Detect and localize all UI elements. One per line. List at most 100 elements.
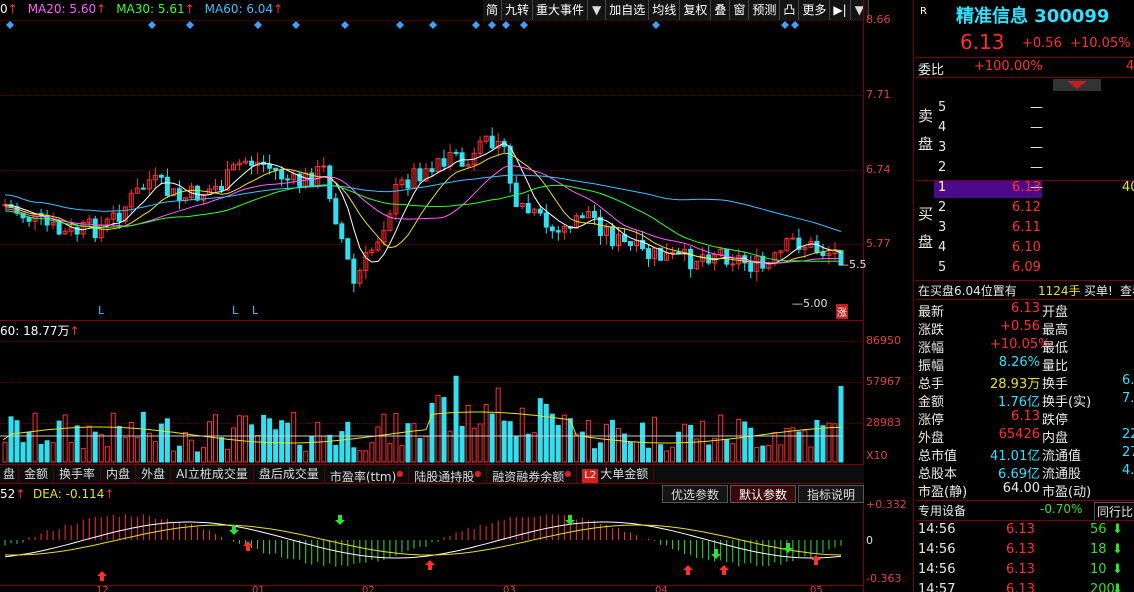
bid-price: 6.12 — [1012, 200, 1041, 215]
bid-level: 2 — [938, 200, 947, 215]
stat-row: 振幅 8.26% 量比 — [916, 355, 1134, 374]
stat-label: 内盘 — [1042, 431, 1069, 446]
stat-value: 4.5 — [1122, 463, 1134, 478]
macd-axis-label: 0 — [866, 534, 873, 547]
ask-row[interactable]: 3— — [916, 140, 1134, 158]
bid-row[interactable]: 1 6.13 40 — [916, 180, 1134, 198]
stat-value: 27.0 — [1122, 445, 1134, 460]
stat-label: 换手 — [1042, 377, 1069, 392]
stat-row: 外盘 65426内盘 22.3 — [916, 427, 1134, 446]
price-axis-label: 6.74 — [866, 163, 891, 176]
volume-axis-label: X10 — [866, 449, 888, 462]
price-axis-label: 5.77 — [866, 237, 891, 250]
bid-row[interactable]: 4 6.10 — [916, 240, 1134, 258]
date-label: 02 — [362, 585, 375, 592]
bid-row[interactable]: 2 6.12 — [916, 200, 1134, 218]
tick-time: 14:57 — [918, 582, 956, 592]
stat-row: 总股本 6.69亿流通股 4.5 — [916, 463, 1134, 482]
stat-value: +10.05% — [990, 337, 1051, 352]
view-link[interactable]: 查看 — [1120, 282, 1134, 299]
macd-header: 52↑ DEA: -0.114↑ 优选参数 默认参数 指标说明 — [0, 485, 864, 503]
stat-label: 最新 — [918, 305, 945, 320]
indicator-tab-label: 市盈率(ttm) — [329, 470, 397, 484]
ask-row[interactable]: 5— — [916, 100, 1134, 118]
stat-label: 总市值 — [918, 449, 958, 464]
stat-label: 涨跌 — [918, 323, 945, 338]
bid-price: 6.09 — [1012, 260, 1041, 275]
bid-row[interactable]: 3 6.11 — [916, 220, 1134, 238]
indicator-tab-label: 盘后成交量 — [258, 467, 319, 481]
indicator-tab-label: 换手率 — [59, 467, 96, 481]
stat-label: 流通股 — [1042, 467, 1082, 482]
stat-value: 8.26% — [998, 355, 1040, 370]
bid-price: 6.11 — [1012, 220, 1041, 235]
indicator-tab[interactable]: 换手率 — [54, 465, 102, 483]
stat-value: +0.56 — [1000, 319, 1040, 334]
stat-row: 涨跌 +0.56 最高 — [916, 319, 1134, 338]
indicator-tab[interactable]: 融资融券余额● — [487, 465, 578, 484]
volume-axis-label: 57967 — [866, 375, 901, 388]
stat-value: 22.3 — [1122, 427, 1134, 442]
indicator-tab-bar: 盘金额 换手率 内盘 外盘 AI立桩成交量 盘后成交量 市盈率(ttm)● 陆股通持股● 融资融… — [0, 464, 864, 484]
ask-level: 3 — [938, 140, 947, 155]
last-price-marker: —5.5 — [838, 258, 867, 271]
tick-price: 6.13 — [1006, 562, 1035, 577]
date-label: 01 — [252, 585, 265, 592]
stat-value: 1.76亿 — [998, 395, 1040, 410]
bid-level: 5 — [938, 260, 947, 275]
indicator-help-button[interactable]: 指标说明 — [797, 485, 864, 503]
indicator-tab-label: AI立桩成交量 — [176, 467, 248, 481]
price-axis-label: 8.66 — [866, 13, 891, 26]
tick-volume: 18 — [1090, 542, 1107, 557]
tick-time: 14:56 — [918, 522, 956, 537]
stat-row: 总手 28.93万 换手 6. — [916, 373, 1134, 392]
bid-volume: 40 — [1122, 180, 1134, 195]
collapse-toggle[interactable] — [1053, 79, 1101, 91]
default-params-button[interactable]: 默认参数 — [729, 485, 796, 503]
ask-level: 2 — [938, 160, 947, 175]
stat-label: 外盘 — [918, 431, 945, 446]
weibi-row: 委比 +100.00% 4 — [918, 59, 1134, 78]
bid-level: 3 — [938, 220, 947, 235]
tick-time: 14:56 — [918, 542, 956, 557]
tick-row: 14:57 6.13 200 ⬇ — [916, 582, 1134, 592]
l-marker: L — [232, 304, 239, 317]
stat-row: 涨停 6.13 跌停 — [916, 409, 1134, 428]
stat-row: 最新 6.13 开盘 — [916, 301, 1134, 320]
tab-cut[interactable]: 盘 — [0, 465, 20, 483]
stat-value: 7. — [1122, 391, 1134, 406]
bid-row[interactable]: 5 6.09 — [916, 260, 1134, 278]
ask-price: — — [1030, 120, 1043, 135]
tick-price: 6.13 — [1006, 582, 1035, 592]
ask-row[interactable]: 4— — [916, 120, 1134, 138]
stat-label: 振幅 — [918, 359, 945, 374]
indicator-tab[interactable]: 盘后成交量 — [254, 465, 325, 483]
indicator-tab[interactable]: 市盈率(ttm)● — [325, 465, 410, 484]
r-badge: R — [920, 6, 927, 17]
optimal-params-button[interactable]: 优选参数 — [661, 485, 728, 503]
peer-compare-button[interactable]: 同行比 — [1094, 502, 1134, 521]
ask-price: — — [1030, 160, 1043, 175]
indicator-tab[interactable]: 内盘 — [101, 465, 137, 483]
volume-axis-label: 28983 — [866, 416, 901, 429]
ask-price: — — [1030, 140, 1043, 155]
indicator-tab-label: 金额 — [24, 467, 49, 481]
indicator-tab[interactable]: L2 大单金额 — [577, 465, 655, 483]
bid-level: 1 — [938, 180, 947, 195]
stat-label: 金额 — [918, 395, 945, 410]
indicator-tab[interactable]: 陆股通持股● — [409, 465, 488, 484]
candlestick-svg — [2, 21, 844, 293]
tick-volume: 56 — [1090, 522, 1107, 537]
stat-label: 涨停 — [918, 413, 945, 428]
indicator-tab[interactable]: 外盘 — [136, 465, 172, 483]
ask-row[interactable]: 2— — [916, 160, 1134, 178]
stat-value: 64.00 — [1002, 481, 1040, 496]
stat-label: 最高 — [1042, 323, 1069, 338]
panel-divider — [913, 0, 914, 592]
ask-level: 5 — [938, 100, 947, 115]
indicator-tab[interactable]: AI立桩成交量 — [171, 465, 254, 483]
indicator-tab-label: 大单金额 — [600, 467, 649, 481]
indicator-tab[interactable]: 金额 — [19, 465, 55, 483]
down-arrow-icon: ⬇ — [1112, 562, 1123, 577]
stock-title: 精准信息 300099 — [956, 6, 1110, 27]
